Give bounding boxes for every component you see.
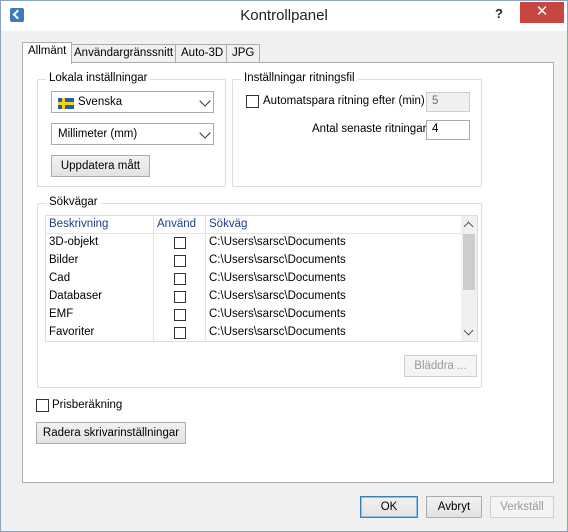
vertical-scrollbar[interactable] — [461, 216, 477, 341]
chevron-down-icon[interactable] — [463, 325, 474, 336]
unit-value: Millimeter (mm) — [58, 128, 138, 140]
local-settings-title: Lokala inställningar — [46, 72, 151, 84]
table-row[interactable]: Bilder C:\Users\sarsc\Documents — [46, 252, 462, 270]
update-dimensions-button[interactable]: Uppdatera mått — [51, 155, 150, 177]
row-used-checkbox[interactable] — [174, 273, 186, 285]
row-description: 3D-objekt — [49, 236, 99, 248]
paths-table-header: Beskrivning Använd Sökväg — [46, 216, 462, 234]
row-used-checkbox[interactable] — [174, 291, 186, 303]
table-row[interactable]: Favoriter C:\Users\sarsc\Documents — [46, 324, 462, 341]
row-used-checkbox[interactable] — [174, 255, 186, 267]
row-description: Bilder — [49, 254, 79, 266]
autosave-label: Automatspara ritning efter (min) — [263, 95, 425, 107]
column-header-used[interactable]: Använd — [157, 218, 196, 230]
row-path: C:\Users\sarsc\Documents — [209, 254, 346, 266]
browse-button[interactable]: Bläddra ... — [404, 355, 477, 377]
recent-drawings-field[interactable]: 4 — [426, 120, 470, 140]
tab-auto-3d[interactable]: Auto-3D — [175, 44, 230, 63]
table-row[interactable]: Databaser C:\Users\sarsc\Documents — [46, 288, 462, 306]
clear-printer-settings-button[interactable]: Radera skrivarinställningar — [36, 422, 186, 444]
cancel-button[interactable]: Avbryt — [426, 496, 482, 518]
close-button[interactable]: ✕ — [520, 2, 564, 23]
scrollbar-thumb[interactable] — [463, 234, 475, 290]
row-path: C:\Users\sarsc\Documents — [209, 272, 346, 284]
row-description: Cad — [49, 272, 71, 284]
help-button[interactable]: ? — [490, 4, 508, 24]
autosave-checkbox[interactable] — [246, 95, 259, 108]
title-bar: Kontrollpanel ? ✕ — [1, 1, 567, 31]
chevron-down-icon — [199, 127, 211, 139]
autosave-minutes-field[interactable]: 5 — [426, 92, 470, 112]
column-header-description[interactable]: Beskrivning — [49, 218, 108, 230]
row-path: C:\Users\sarsc\Documents — [209, 326, 346, 338]
control-panel-window: Kontrollpanel ? ✕ Allmänt Användargränss… — [0, 0, 568, 532]
table-row[interactable]: 3D-objekt C:\Users\sarsc\Documents — [46, 234, 462, 252]
row-description: EMF — [49, 308, 74, 320]
tab-anvandargranssnitt[interactable]: Användargränssnitt — [68, 44, 180, 63]
chevron-up-icon[interactable] — [463, 221, 474, 232]
chevron-down-icon — [199, 95, 211, 107]
row-used-checkbox[interactable] — [174, 309, 186, 321]
tab-allmant[interactable]: Allmänt — [22, 42, 73, 64]
row-path: C:\Users\sarsc\Documents — [209, 308, 346, 320]
paths-title: Sökvägar — [46, 196, 101, 208]
swedish-flag-icon — [58, 98, 74, 109]
language-value: Svenska — [78, 96, 123, 108]
ok-button[interactable]: OK — [360, 496, 418, 518]
language-select[interactable]: Svenska — [51, 91, 214, 113]
row-description: Favoriter — [49, 326, 95, 338]
table-row[interactable]: EMF C:\Users\sarsc\Documents — [46, 306, 462, 324]
row-path: C:\Users\sarsc\Documents — [209, 236, 346, 248]
apply-button[interactable]: Verkställ — [490, 496, 554, 518]
row-used-checkbox[interactable] — [174, 327, 186, 339]
window-title: Kontrollpanel — [240, 7, 328, 24]
price-calc-checkbox[interactable] — [36, 399, 49, 412]
price-calc-label: Prisberäkning — [52, 399, 123, 411]
paths-table: Beskrivning Använd Sökväg 3D-objekt C:\U… — [45, 215, 478, 342]
drawing-file-settings-title: Inställningar ritningsfil — [241, 72, 358, 84]
table-row[interactable]: Cad C:\Users\sarsc\Documents — [46, 270, 462, 288]
row-path: C:\Users\sarsc\Documents — [209, 290, 346, 302]
tab-jpg[interactable]: JPG — [226, 44, 261, 63]
recent-drawings-label: Antal senaste ritningar — [312, 123, 427, 135]
row-description: Databaser — [49, 290, 103, 302]
row-used-checkbox[interactable] — [174, 237, 186, 249]
unit-select[interactable]: Millimeter (mm) — [51, 123, 214, 145]
column-header-path[interactable]: Sökväg — [209, 218, 247, 230]
